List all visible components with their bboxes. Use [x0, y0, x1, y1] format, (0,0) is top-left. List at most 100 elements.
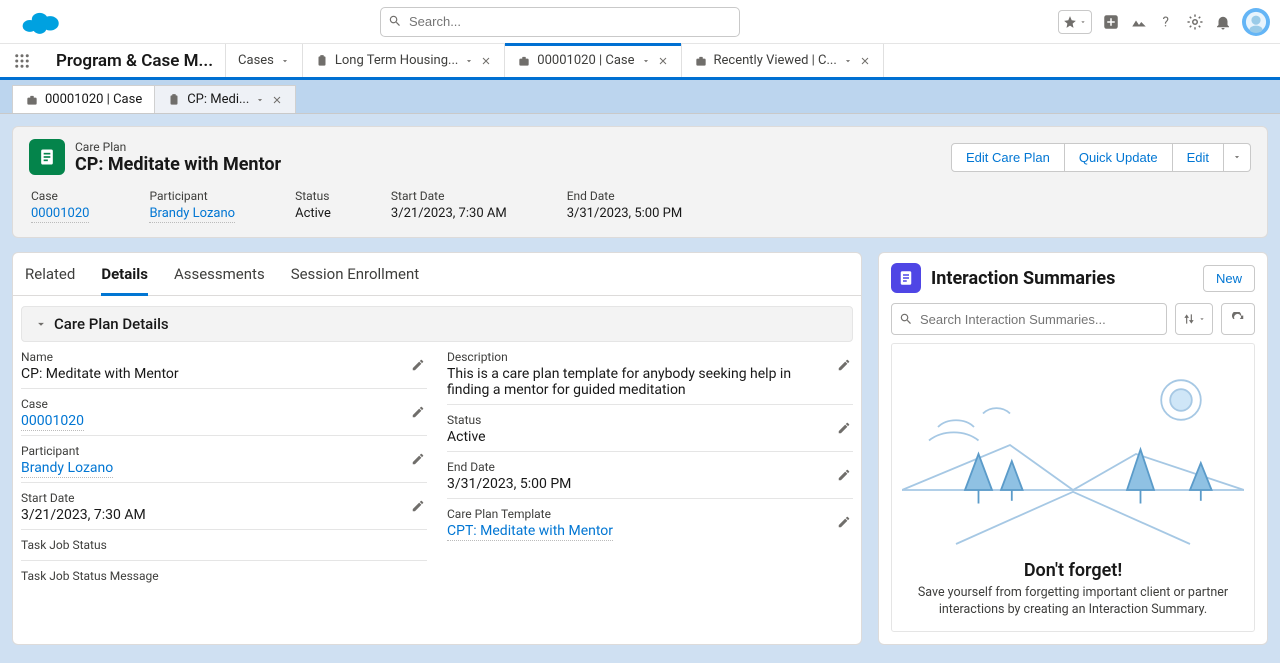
page-body: Care Plan CP: Meditate with Mentor Edit … [0, 114, 1280, 663]
field-label: Participant [21, 444, 427, 458]
edit-care-plan-button[interactable]: Edit Care Plan [951, 143, 1065, 172]
chevron-down-icon[interactable] [843, 56, 853, 66]
hl-field-case: Case 00001020 [31, 189, 89, 221]
pencil-icon[interactable] [837, 468, 851, 482]
document-icon [897, 269, 915, 287]
gear-icon [1186, 13, 1204, 31]
pencil-icon[interactable] [411, 452, 425, 466]
record-title: CP: Meditate with Mentor [75, 154, 281, 175]
field-label: Start Date [21, 491, 427, 505]
pencil-icon[interactable] [411, 499, 425, 513]
tab-assessments[interactable]: Assessments [174, 265, 265, 295]
field-value: CP: Meditate with Mentor [21, 366, 427, 382]
refresh-icon [1231, 312, 1245, 326]
close-icon[interactable] [271, 94, 283, 106]
highlights-panel: Care Plan CP: Meditate with Mentor Edit … [12, 126, 1268, 238]
field-case: Case 00001020 [21, 389, 427, 436]
chevron-down-icon[interactable] [641, 56, 651, 66]
clipboard-icon [315, 54, 329, 68]
interaction-summaries-search-input[interactable] [891, 303, 1167, 335]
case-link[interactable]: 00001020 [31, 206, 89, 223]
field-task-job-status-message: Task Job Status Message [21, 561, 427, 591]
star-icon [1063, 15, 1077, 29]
setup-button[interactable] [1186, 13, 1204, 31]
field-task-job-status: Task Job Status [21, 530, 427, 561]
global-search-input[interactable] [380, 7, 740, 37]
participant-link[interactable]: Brandy Lozano [21, 460, 113, 478]
hl-field-start-date: Start Date 3/21/2023, 7:30 AM [391, 189, 507, 221]
app-launcher[interactable] [0, 44, 44, 77]
briefcase-icon [25, 93, 39, 107]
workspace-tab-case[interactable]: 00001020 | Case [12, 85, 155, 113]
close-icon[interactable] [480, 55, 492, 67]
record-type-label: Care Plan [75, 140, 281, 154]
pencil-icon[interactable] [411, 405, 425, 419]
section-care-plan-details[interactable]: Care Plan Details [21, 306, 853, 342]
hl-field-end-date: End Date 3/31/2023, 5:00 PM [567, 189, 683, 221]
hl-field-participant: Participant Brandy Lozano [149, 189, 235, 221]
close-icon[interactable] [859, 55, 871, 67]
edit-button[interactable]: Edit [1173, 143, 1224, 172]
nav-tab-recently-viewed[interactable]: Recently Viewed | C... [682, 44, 884, 77]
field-value: Active [447, 429, 853, 445]
workspace-tabs: 00001020 | Case CP: Medi... [0, 80, 1280, 114]
participant-link[interactable]: Brandy Lozano [149, 206, 235, 223]
care-plan-template-link[interactable]: CPT: Meditate with Mentor [447, 523, 613, 541]
nav-tab-label: Long Term Housing... [335, 53, 458, 68]
help-button[interactable]: ? [1158, 13, 1176, 31]
pencil-icon[interactable] [837, 358, 851, 372]
field-value: 3/31/2023, 5:00 PM [567, 206, 683, 221]
sort-icon [1182, 312, 1196, 326]
quick-update-button[interactable]: Quick Update [1065, 143, 1173, 172]
pencil-icon[interactable] [411, 358, 425, 372]
salesforce-logo-icon [20, 7, 62, 37]
waffle-icon [13, 52, 31, 70]
empty-state-title: Don't forget! [902, 560, 1244, 581]
nav-tab-long-term-housing[interactable]: Long Term Housing... [303, 44, 505, 77]
care-plan-icon [37, 147, 57, 167]
favorites-button[interactable] [1058, 10, 1092, 34]
chevron-down-icon [1198, 315, 1206, 323]
field-label: End Date [447, 460, 853, 474]
hl-field-status: Status Active [295, 189, 331, 221]
app-name: Program & Case M... [44, 44, 226, 77]
add-button[interactable] [1102, 13, 1120, 31]
field-label: Case [31, 189, 89, 203]
astro-icon [1245, 11, 1267, 33]
workspace-tab-label: CP: Medi... [187, 92, 249, 107]
nav-tab-cases[interactable]: Cases [226, 44, 303, 77]
new-interaction-summary-button[interactable]: New [1203, 265, 1255, 292]
header-actions: ? [1058, 8, 1270, 36]
tab-related[interactable]: Related [25, 265, 75, 295]
landscape-illustration-icon [902, 354, 1244, 554]
sort-button[interactable] [1175, 303, 1213, 335]
field-start-date: Start Date 3/21/2023, 7:30 AM [21, 483, 427, 530]
chevron-down-icon[interactable] [280, 56, 290, 66]
tab-details[interactable]: Details [101, 265, 148, 296]
interaction-summaries-card: Interaction Summaries New [878, 252, 1268, 645]
search-icon [388, 14, 402, 28]
chevron-down-icon[interactable] [255, 95, 265, 105]
more-actions-button[interactable] [1224, 143, 1251, 172]
field-description: Description This is a care plan template… [447, 342, 853, 405]
pencil-icon[interactable] [837, 515, 851, 529]
field-label: Name [21, 350, 427, 364]
case-link[interactable]: 00001020 [21, 413, 84, 431]
refresh-button[interactable] [1221, 303, 1255, 335]
trailhead-button[interactable] [1130, 13, 1148, 31]
field-value: This is a care plan template for anybody… [447, 366, 853, 398]
chevron-down-icon[interactable] [464, 56, 474, 66]
chevron-down-icon [1232, 152, 1242, 162]
field-label: Task Job Status [21, 538, 427, 552]
nav-tab-case-00001020[interactable]: 00001020 | Case [505, 44, 681, 77]
field-value: 3/21/2023, 7:30 AM [391, 206, 507, 221]
pencil-icon[interactable] [837, 421, 851, 435]
tab-session-enrollment[interactable]: Session Enrollment [291, 265, 419, 295]
avatar[interactable] [1242, 8, 1270, 36]
global-header: ? [0, 0, 1280, 44]
close-icon[interactable] [657, 55, 669, 67]
workspace-tab-care-plan[interactable]: CP: Medi... [154, 85, 296, 113]
section-title: Care Plan Details [54, 315, 169, 333]
bell-icon [1214, 13, 1232, 31]
notifications-button[interactable] [1214, 13, 1232, 31]
